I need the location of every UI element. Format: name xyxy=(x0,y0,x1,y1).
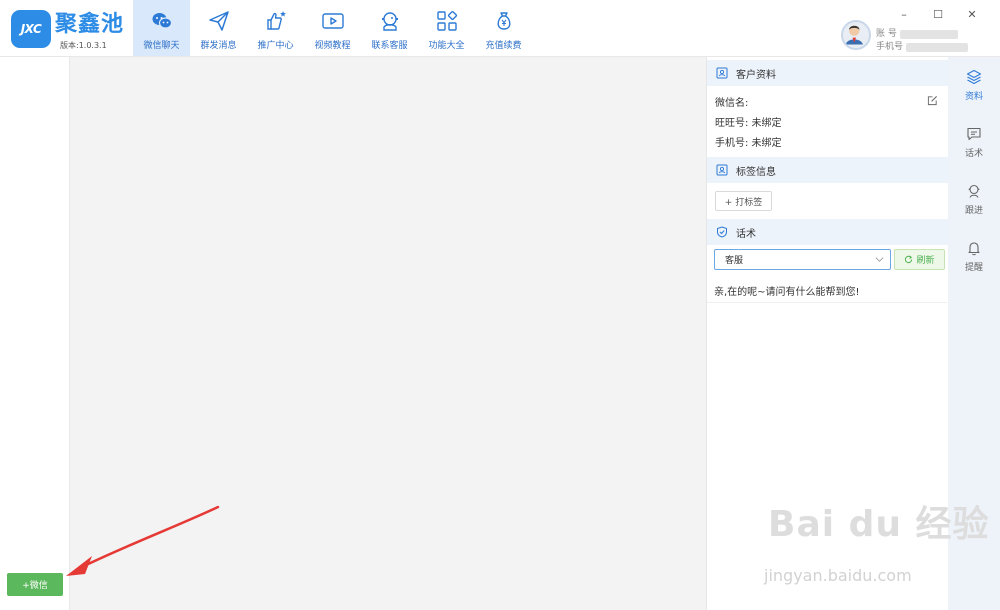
account-info: 账 号 手机号 xyxy=(876,28,969,54)
add-wechat-button[interactable]: +微信 xyxy=(7,573,63,596)
nav-label: 推广中心 xyxy=(257,41,294,51)
nav-label: 功能大全 xyxy=(428,41,465,51)
top-bar: JXC 聚鑫池 版本:1.0.3.1 微信聊天 群发消息 推广中心 视频教程 联… xyxy=(0,0,1000,57)
wechat-name-label: 微信名: xyxy=(715,97,749,109)
app-logo: JXC xyxy=(11,10,51,48)
wechat-name-row: 微信名: xyxy=(707,91,948,111)
script-item[interactable]: 亲,在的呢~请问有什么能帮到您! xyxy=(714,283,860,298)
refresh-icon xyxy=(905,255,913,264)
nav-item-recharge[interactable]: 充值续费 xyxy=(475,0,532,56)
nav-label: 充值续费 xyxy=(485,41,522,51)
baidu-watermark-url: jingyan.baidu.com xyxy=(764,566,912,585)
scripts-title: 话术 xyxy=(736,228,756,240)
nav-item-video-tutorial[interactable]: 视频教程 xyxy=(304,0,361,56)
side-item-profile[interactable]: 资料 xyxy=(948,57,1000,114)
customer-info-title: 客户资料 xyxy=(736,69,776,81)
maximize-button[interactable]: ☐ xyxy=(923,4,953,24)
bell-icon xyxy=(968,242,980,256)
wechat-icon xyxy=(152,13,172,29)
nav-label: 联系客服 xyxy=(371,41,408,51)
account-label: 账 号 xyxy=(876,29,897,39)
tag-info-title: 标签信息 xyxy=(736,166,776,178)
nav-item-contact-support[interactable]: 联系客服 xyxy=(361,0,418,56)
user-avatar-icon xyxy=(845,25,863,45)
divider xyxy=(707,302,947,303)
phone-value-redacted xyxy=(906,43,969,52)
apps-icon xyxy=(436,10,457,31)
logo-text: JXC xyxy=(20,22,42,36)
wechat-account-list xyxy=(0,57,70,610)
app-name: 聚鑫池 xyxy=(55,12,125,37)
side-item-scripts[interactable]: 话术 xyxy=(948,114,1000,171)
side-item-label: 话术 xyxy=(964,149,983,159)
chat-area xyxy=(70,57,706,610)
video-icon xyxy=(321,13,344,29)
refresh-button[interactable]: 刷新 xyxy=(894,249,945,270)
support-icon xyxy=(381,12,398,31)
money-bag-icon xyxy=(496,12,511,30)
nav-item-all-features[interactable]: 功能大全 xyxy=(418,0,475,56)
main-nav: 微信聊天 群发消息 推广中心 视频教程 联系客服 功能大全 充值续费 xyxy=(133,0,532,56)
minimize-button[interactable]: – xyxy=(889,4,919,24)
tag-info-header: 标签信息 xyxy=(707,157,948,183)
tag-card-icon xyxy=(716,164,728,176)
chevron-down-icon xyxy=(875,257,884,262)
follow-up-icon xyxy=(968,184,980,198)
thumbs-up-icon xyxy=(266,11,286,30)
add-tag-button[interactable]: + 打标签 xyxy=(715,191,772,211)
shield-check-icon xyxy=(717,226,727,238)
nav-label: 微信聊天 xyxy=(143,41,180,51)
phone-row: 手机号: 未绑定 xyxy=(715,137,782,149)
side-item-label: 提醒 xyxy=(964,263,983,273)
avatar[interactable] xyxy=(841,20,871,50)
script-category-value: 客服 xyxy=(725,256,744,266)
nav-label: 群发消息 xyxy=(200,41,237,51)
edit-icon[interactable] xyxy=(927,95,938,106)
script-category-select[interactable]: 客服 xyxy=(714,249,891,270)
message-icon xyxy=(967,127,981,141)
customer-card-icon xyxy=(716,67,728,79)
layers-icon xyxy=(966,69,982,85)
side-item-follow-up[interactable]: 跟进 xyxy=(948,171,1000,228)
nav-label: 视频教程 xyxy=(314,41,351,51)
side-item-label: 跟进 xyxy=(964,206,983,216)
scripts-header: 话术 xyxy=(707,219,948,245)
close-button[interactable]: ✕ xyxy=(957,4,987,24)
customer-info-header: 客户资料 xyxy=(707,60,948,86)
nav-item-wechat-chat[interactable]: 微信聊天 xyxy=(133,0,190,56)
account-value-redacted xyxy=(899,30,958,39)
baidu-watermark: Bai du 经验 xyxy=(768,504,990,545)
app-version: 版本:1.0.3.1 xyxy=(60,41,107,50)
nav-item-group-message[interactable]: 群发消息 xyxy=(190,0,247,56)
wangwang-row: 旺旺号: 未绑定 xyxy=(715,117,782,129)
side-item-label: 资料 xyxy=(964,92,983,102)
side-item-reminder[interactable]: 提醒 xyxy=(948,228,1000,285)
phone-label: 手机号 xyxy=(876,42,904,52)
send-icon xyxy=(208,11,229,31)
refresh-label: 刷新 xyxy=(916,256,935,266)
nav-item-promotion[interactable]: 推广中心 xyxy=(247,0,304,56)
